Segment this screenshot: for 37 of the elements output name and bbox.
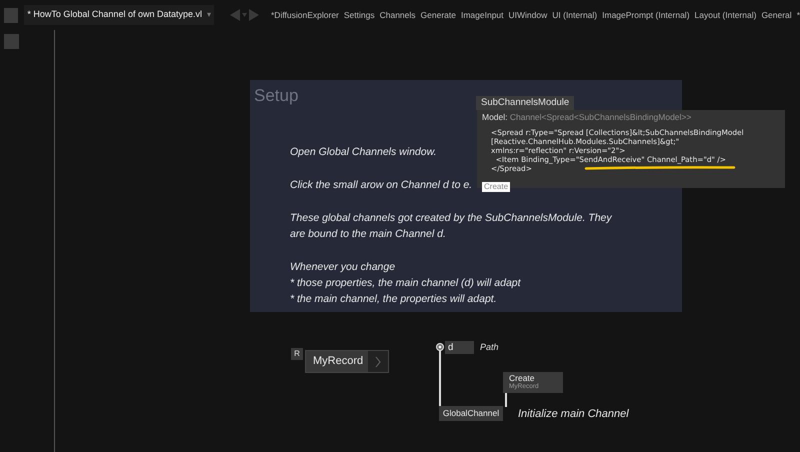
tab[interactable]: Settings <box>344 8 375 22</box>
instruction-text: Open Global Channels window. <box>290 145 437 160</box>
tab[interactable]: * <box>796 8 800 22</box>
tab[interactable]: UIWindow <box>508 8 548 22</box>
sidebar-square[interactable] <box>4 34 19 49</box>
tab[interactable]: ImagePrompt (Internal) <box>602 8 690 22</box>
model-type: Model: Channel<Spread<SubChannelsBindingModel>> <box>482 111 692 124</box>
pin-icon[interactable] <box>436 343 444 351</box>
menu-square[interactable] <box>4 8 18 22</box>
tab[interactable]: Generate <box>420 8 456 22</box>
chevron-icon[interactable] <box>375 356 381 368</box>
tab[interactable]: Layout (Internal) <box>694 8 756 22</box>
comment: Initialize main Channel <box>518 407 629 422</box>
document-tab[interactable]: * HowTo Global Channel of own Datatype.vl ▾ <box>24 5 214 25</box>
dropdown-arrow-icon[interactable] <box>242 13 247 17</box>
panel-title: Setup <box>254 85 298 107</box>
link-line <box>439 350 441 407</box>
tab[interactable]: General <box>761 8 792 22</box>
tab[interactable]: UI (Internal) <box>552 8 598 22</box>
instruction-text: Whenever you change * those properties, the main channel (d) will adapt * the main channel, the properties will adapt. <box>290 260 521 307</box>
create-button[interactable]: Create <box>482 182 510 192</box>
tab[interactable]: *DiffusionExplorer <box>271 8 339 22</box>
tab[interactable]: ImageInput <box>460 8 504 22</box>
back-arrow-icon[interactable] <box>230 9 240 21</box>
record-tag: R <box>291 348 303 360</box>
subchannels-module-node[interactable]: SubChannelsModule <box>476 96 574 110</box>
node-name: Create <box>509 374 536 383</box>
pad-value[interactable]: d <box>445 341 474 354</box>
record-name: MyRecord <box>313 354 364 370</box>
tab[interactable]: Channels <box>380 8 416 22</box>
global-channel-node[interactable]: GlobalChannel <box>439 406 503 421</box>
record-node[interactable]: MyRecord <box>305 350 389 373</box>
dropdown-caret[interactable]: ▾ <box>207 9 211 21</box>
instruction-text: These global channels got created by the SubChannelsModule. They are bound to the main Channel d. <box>290 211 612 242</box>
instruction-text: Click the small arow on Channel d to e. <box>290 178 472 193</box>
forward-arrow-icon[interactable] <box>249 9 259 21</box>
pad-comment: Path <box>480 341 499 354</box>
